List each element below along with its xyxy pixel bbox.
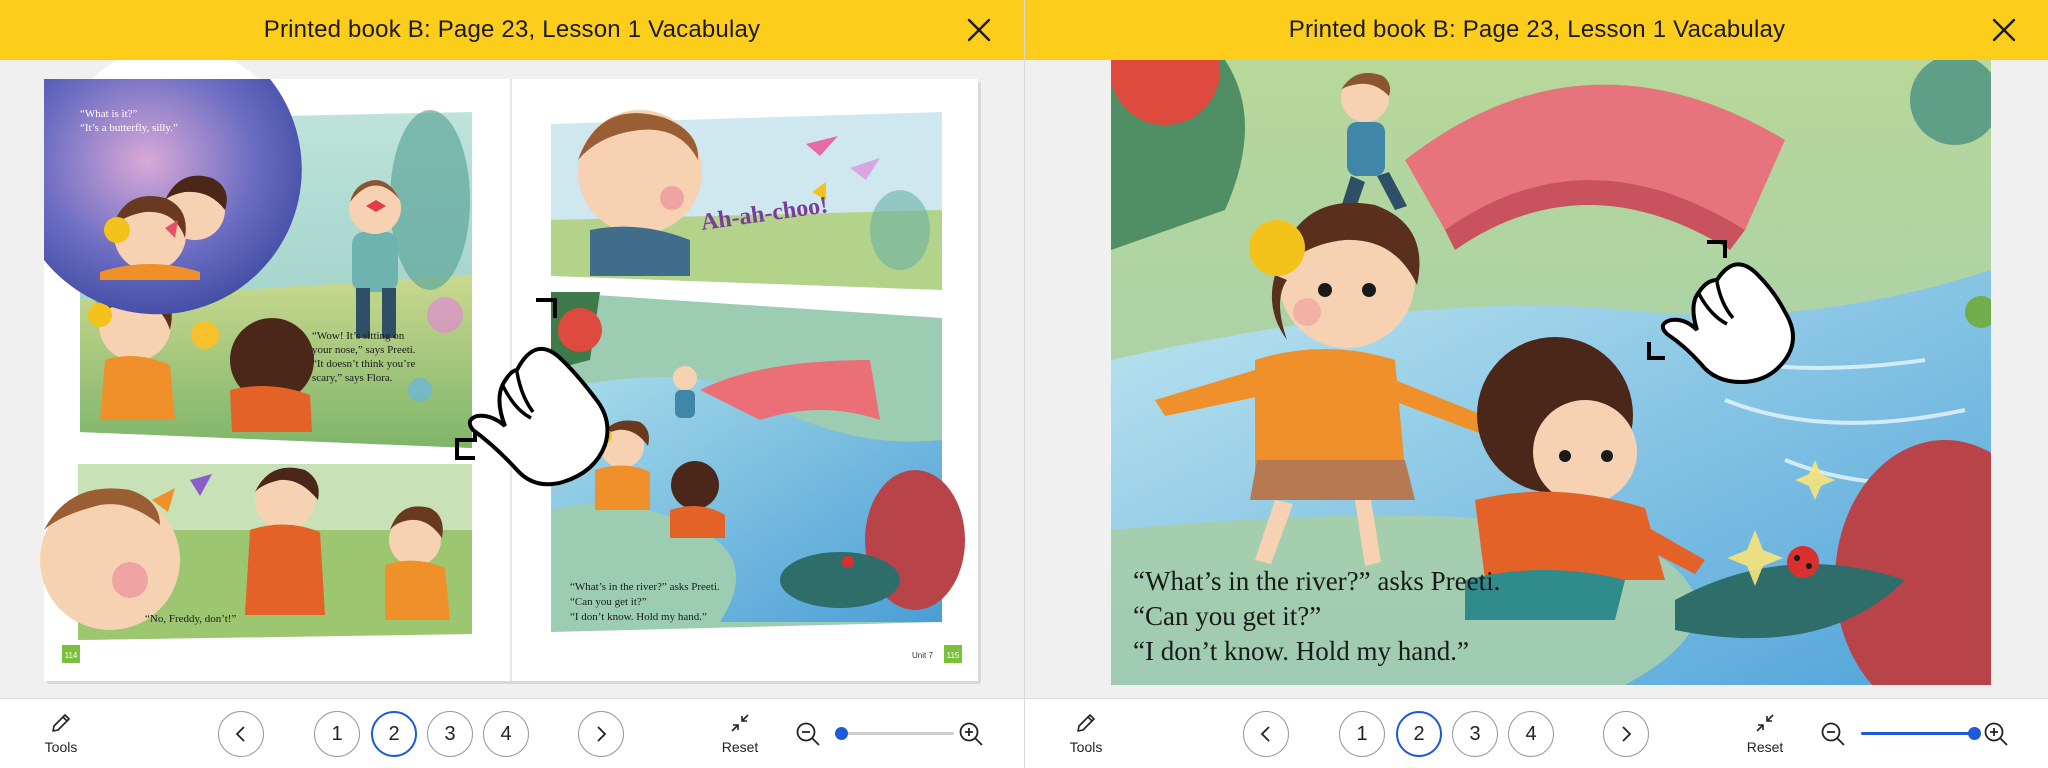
right-reset-button[interactable]: Reset [1740,711,1790,761]
svg-text:“I don’t know. Hold my hand.”: “I don’t know. Hold my hand.” [570,611,707,623]
right-tools-label: Tools [1069,739,1103,755]
svg-text:“It doesn’t think you’re: “It doesn’t think you’re [312,358,415,370]
svg-text:scary,” says Flora.: scary,” says Flora. [312,372,393,384]
panel4-caption: “No, Freddy, don’t!” [145,613,236,625]
app-root: Printed book B: Page 23, Lesson 1 Vacabu… [0,0,2048,768]
chevron-left-icon [1260,726,1270,742]
right-title: Printed book B: Page 23, Lesson 1 Vacabu… [1288,16,1786,43]
panel-no-freddy: “No, Freddy, don’t!” [40,464,472,640]
svg-text:“I don’t know. Hold my hand.”: “I don’t know. Hold my hand.” [1133,636,1469,666]
svg-text:115: 115 [947,651,960,660]
zoom-out-icon [796,722,820,746]
right-viewer-pane: Printed book B: Page 23, Lesson 1 Vacabu… [1024,0,2048,768]
right-tools-button[interactable]: Tools [1063,711,1109,761]
left-zoom-slider-thumb[interactable] [834,727,848,740]
svg-text:“Can you get it?”: “Can you get it?” [1133,601,1321,631]
right-reset-label: Reset [1746,739,1784,755]
panel-sneeze: Ah-ah-choo! [551,110,942,290]
chevron-right-icon [597,726,607,742]
zoomed-illustration: “What’s in the river?” asks Preeti. “Can… [1025,60,2048,698]
svg-text:“Can you get it?”: “Can you get it?” [570,596,647,608]
left-page-button-3[interactable]: 3 [427,711,473,757]
right-toolbar: Tools 1 2 3 4 Reset [1025,698,2048,768]
left-page-button-1[interactable]: 1 [314,711,360,757]
left-tools-button[interactable]: Tools [38,711,84,761]
left-reset-label: Reset [721,739,759,755]
left-tools-label: Tools [44,739,78,755]
left-next-page-button[interactable] [578,711,624,757]
left-zoom-out-button[interactable] [794,720,822,748]
left-toolbar: Tools 1 2 3 4 Reset [0,698,1024,768]
zoom-in-icon [1984,722,2008,746]
chevron-right-icon [1622,726,1632,742]
left-prev-page-button[interactable] [218,711,264,757]
svg-text:your nose,” says Preeti.: your nose,” says Preeti. [312,344,416,356]
book-spread: “Wow! It’s sitting on your nose,” says P… [40,60,981,684]
svg-text:“It’s a butterfly, silly.”: “It’s a butterfly, silly.” [80,122,178,134]
left-zoom-in-button[interactable] [957,720,985,748]
right-close-button[interactable] [1987,13,2021,47]
svg-text:“What’s in the river?” asks Pr: “What’s in the river?” asks Preeti. [570,581,720,593]
svg-text:114: 114 [65,651,78,660]
svg-text:“What is it?”: “What is it?” [80,108,138,120]
right-page-button-2[interactable]: 2 [1396,711,1442,757]
left-viewer-pane: Printed book B: Page 23, Lesson 1 Vacabu… [0,0,1024,768]
left-page-badge: 114 [62,645,80,663]
left-book-viewport[interactable]: “Wow! It’s sitting on your nose,” says P… [0,60,1024,698]
collapse-arrows-icon [1756,714,1774,732]
left-title: Printed book B: Page 23, Lesson 1 Vacabu… [263,16,761,43]
right-zoom-slider-fill [1861,732,1975,735]
left-page-button-2[interactable]: 2 [371,711,417,757]
right-zoom-out-button[interactable] [1819,720,1847,748]
right-next-page-button[interactable] [1603,711,1649,757]
left-close-button[interactable] [962,13,996,47]
close-icon [1992,18,2016,42]
right-page-button-3[interactable]: 3 [1452,711,1498,757]
left-title-bar: Printed book B: Page 23, Lesson 1 Vacabu… [0,0,1024,60]
right-page-badge: 115 [944,645,962,663]
pencil-icon [1077,714,1095,732]
right-page-button-1[interactable]: 1 [1339,711,1385,757]
svg-text:“What’s in the river?” asks Pr: “What’s in the river?” asks Preeti. [1133,566,1500,596]
pencil-icon [52,714,70,732]
left-reset-button[interactable]: Reset [715,711,765,761]
svg-text:“Wow! It’s sitting on: “Wow! It’s sitting on [312,330,405,342]
right-book-viewport[interactable]: “What’s in the river?” asks Preeti. “Can… [1025,60,2048,698]
chevron-left-icon [235,726,245,742]
unit-label: Unit 7 [912,651,933,660]
right-prev-page-button[interactable] [1243,711,1289,757]
close-icon [967,18,991,42]
right-zoom-slider-thumb[interactable] [1968,727,1982,740]
left-zoom-slider[interactable] [834,727,954,740]
panel-river: “What’s in the river?” asks Preeti. “Can… [551,292,965,632]
collapse-arrows-icon [731,714,749,732]
left-page-button-4[interactable]: 4 [483,711,529,757]
right-title-bar: Printed book B: Page 23, Lesson 1 Vacabu… [1025,0,2048,60]
right-zoom-in-button[interactable] [1982,720,2010,748]
zoom-out-icon [1821,722,1845,746]
zoom-in-icon [959,722,983,746]
right-page-button-4[interactable]: 4 [1508,711,1554,757]
right-zoom-slider[interactable] [1861,727,1982,740]
